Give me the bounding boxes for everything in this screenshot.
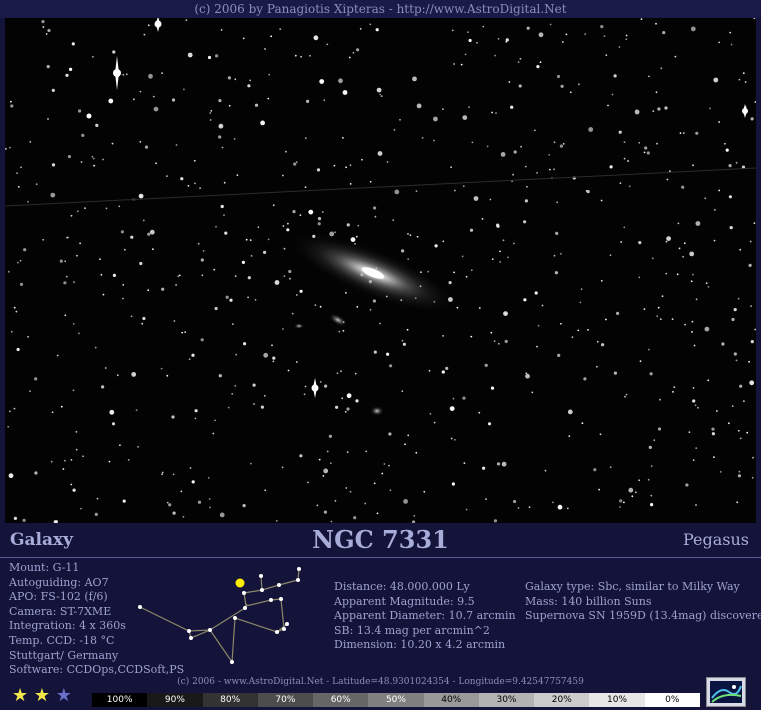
- grayscale-step: 10%: [589, 693, 645, 707]
- grayscale-step: 100%: [92, 693, 148, 707]
- mass-line: Mass: 140 billion Suns: [525, 594, 652, 608]
- constellation-name: Pegasus: [682, 530, 749, 549]
- surface-brightness-line: SB: 13.4 mag per arcmin^2: [334, 623, 490, 637]
- footer-credit: (c) 2006 - www.AstroDigital.Net - Latitu…: [177, 677, 584, 687]
- galaxy-photo: [5, 18, 756, 523]
- grayscale-step: 90%: [147, 693, 203, 707]
- object-marker: [235, 578, 245, 588]
- star-empty-icon: ★: [55, 685, 72, 706]
- logo-icon: [706, 677, 746, 707]
- grayscale-step: 80%: [202, 693, 258, 707]
- constellation-map: [138, 567, 301, 664]
- magnitude-line: Apparent Magnitude: 9.5: [334, 594, 475, 608]
- description-list: Galaxy type: Sbc, similar to Milky Way M…: [525, 580, 761, 624]
- grayscale-step: 0%: [644, 693, 700, 707]
- diameter-line: Apparent Diameter: 10.7 arcmin: [334, 609, 516, 623]
- companion-galaxy: [294, 323, 304, 329]
- top-credit: (c) 2006 by Panagiotis Xipteras - http:/…: [0, 0, 761, 18]
- star-filled-icon: ★: [33, 685, 51, 706]
- dimension-line: Dimension: 10.20 x 4.2 arcmin: [334, 638, 506, 652]
- grayscale-step: 70%: [257, 693, 314, 707]
- rating: ★ ★ ★: [12, 686, 72, 706]
- distance-line: Distance: 48.000.000 Ly: [334, 580, 470, 593]
- object-name: NGC 7331: [312, 525, 449, 554]
- companion-galaxy: [370, 406, 384, 416]
- grayscale-step: 60%: [313, 693, 369, 707]
- grayscale-step: 50%: [368, 693, 424, 707]
- grayscale-bar: 100% 90% 80% 70% 60% 50% 40% 30% 20% 10% 0%: [92, 693, 700, 707]
- star-filled-icon: ★: [12, 685, 29, 706]
- star-field: [5, 18, 756, 523]
- grayscale-step: 20%: [534, 693, 590, 707]
- grayscale-step: 30%: [478, 693, 535, 707]
- measurements-list: Distance: 48.000.000 Ly Apparent Magnitu…: [334, 580, 516, 653]
- divider: [0, 557, 761, 558]
- galaxy-type-line: Galaxy type: Sbc, similar to Milky Way: [525, 580, 740, 593]
- grayscale-step: 40%: [423, 693, 479, 707]
- supernova-line: Supernova SN 1959D (13.4mag) discovered: [525, 609, 761, 623]
